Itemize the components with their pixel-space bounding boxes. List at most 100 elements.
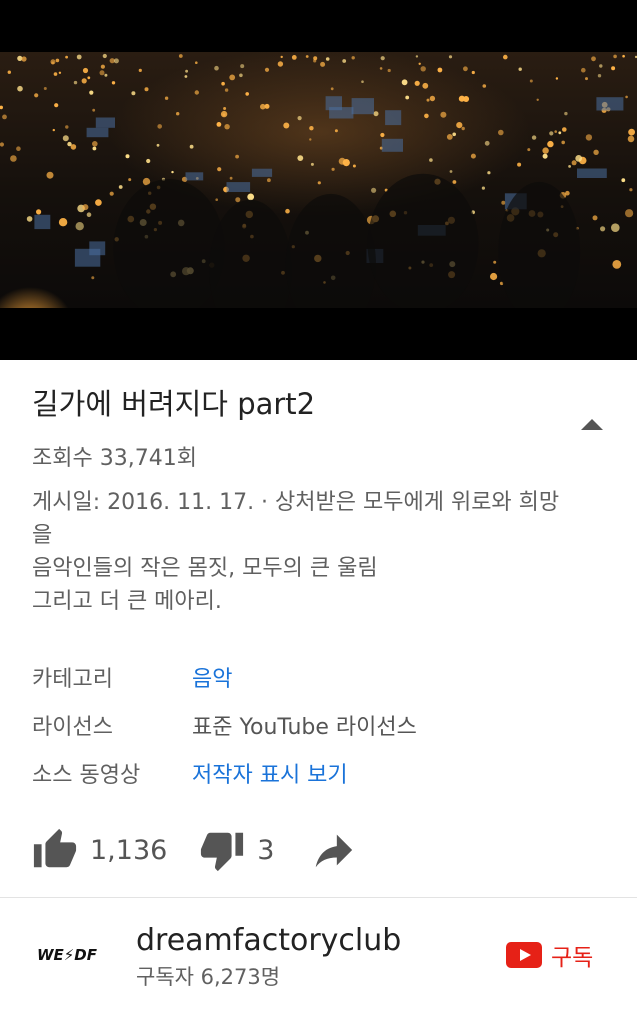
candle-light <box>517 162 522 167</box>
candle-light <box>58 218 68 227</box>
candle-light <box>17 85 23 92</box>
candle-light <box>146 158 151 164</box>
candle-light <box>138 68 142 72</box>
protest-sign <box>325 96 342 111</box>
category-link[interactable]: 음악 <box>192 661 232 693</box>
candle-light <box>291 55 297 60</box>
candle-light <box>156 143 160 147</box>
candle-light <box>627 135 635 143</box>
video-frame-candlelight-crowd[interactable] <box>0 52 637 308</box>
candle-light <box>240 64 245 69</box>
meta-row-source: 소스 동영상 저작자 표시 보기 <box>32 749 612 797</box>
dislike-button[interactable]: 3 <box>199 827 274 873</box>
candle-light <box>215 198 218 201</box>
candle-light <box>223 107 227 110</box>
channel-avatar[interactable]: WE⚡DF <box>30 930 104 980</box>
candle-lights <box>0 53 637 308</box>
candle-light <box>401 79 408 86</box>
candle-light <box>330 87 334 91</box>
candle-light <box>564 111 568 116</box>
candle-light <box>529 79 533 83</box>
protest-sign <box>596 97 624 111</box>
candle-light <box>317 181 321 185</box>
candle-light <box>82 67 89 74</box>
candle-light <box>92 108 96 112</box>
candle-light <box>547 140 554 148</box>
candle-light <box>264 67 270 72</box>
protest-sign <box>577 168 607 178</box>
candle-light <box>561 140 565 145</box>
candle-light <box>420 66 426 72</box>
candle-light <box>456 122 463 129</box>
meta-key: 라이선스 <box>32 715 113 740</box>
candle-light <box>131 91 136 96</box>
candle-light <box>58 71 62 74</box>
candle-light <box>70 144 77 150</box>
candle-light <box>229 74 236 81</box>
candle-light <box>104 73 108 77</box>
candle-light <box>220 110 228 118</box>
candle-light <box>463 66 468 72</box>
candle-light <box>0 105 3 110</box>
candle-light <box>164 96 169 100</box>
source-video-link[interactable]: 저작자 표시 보기 <box>192 757 348 789</box>
dislike-count: 3 <box>257 834 275 866</box>
candle-light <box>484 140 490 146</box>
candle-light <box>247 193 255 201</box>
channel-row[interactable]: WE⚡DF dreamfactoryclub 구독자 6,273명 구독 <box>0 898 637 1023</box>
candle-light <box>99 70 105 76</box>
candle-light <box>592 215 598 221</box>
candle-light <box>65 55 68 59</box>
subscribe-label: 구독 <box>551 945 594 971</box>
candle-light <box>415 55 419 58</box>
candle-light <box>54 103 59 108</box>
video-description: 게시일: 2016. 11. 17. · 상처받은 모두에게 위로와 희망 을 … <box>32 490 560 614</box>
candle-light <box>73 80 78 85</box>
candle-light <box>81 78 87 84</box>
candle-light <box>554 130 557 133</box>
share-icon[interactable] <box>310 827 356 873</box>
candle-light <box>452 132 457 137</box>
candle-light <box>34 93 39 98</box>
candle-light <box>518 67 522 71</box>
candle-light <box>379 67 383 70</box>
candle-light <box>280 55 283 59</box>
candle-light <box>310 162 314 166</box>
candle-light <box>65 125 69 129</box>
collapse-icon[interactable] <box>581 418 603 430</box>
view-count: 조회수 33,741회 <box>32 446 197 471</box>
thumbs-up-icon <box>33 828 77 868</box>
candle-light <box>380 56 385 61</box>
candle-light <box>216 122 222 127</box>
candle-light <box>452 180 457 184</box>
candle-light <box>92 141 98 147</box>
candle-light <box>558 131 562 135</box>
candle-light <box>2 114 7 120</box>
candle-light <box>214 65 219 71</box>
like-count: 1,136 <box>90 834 168 866</box>
candle-light <box>449 170 453 173</box>
action-bar: 1,136 3 <box>32 822 356 878</box>
candle-light <box>549 131 554 136</box>
protest-sign <box>185 172 204 181</box>
candle-light <box>50 59 56 65</box>
like-button[interactable]: 1,136 <box>32 827 167 873</box>
candle-light <box>235 197 241 203</box>
protest-sign <box>86 127 109 138</box>
candle-light <box>536 98 539 101</box>
candle-light <box>245 92 249 96</box>
candle-light <box>600 226 606 232</box>
candle-light <box>176 112 180 116</box>
channel-name[interactable]: dreamfactoryclub <box>136 922 401 960</box>
candle-light <box>458 95 465 102</box>
candle-light <box>418 62 421 65</box>
video-player[interactable] <box>0 0 637 360</box>
subscribe-button[interactable]: 구독 <box>506 938 593 972</box>
candle-light <box>229 176 233 180</box>
video-title: 길가에 버려지다 part2 <box>32 387 316 421</box>
candle-light <box>440 111 447 118</box>
candle-light <box>429 95 436 102</box>
candle-light <box>629 188 633 192</box>
candle-light <box>309 126 314 131</box>
candle-light <box>373 111 379 117</box>
